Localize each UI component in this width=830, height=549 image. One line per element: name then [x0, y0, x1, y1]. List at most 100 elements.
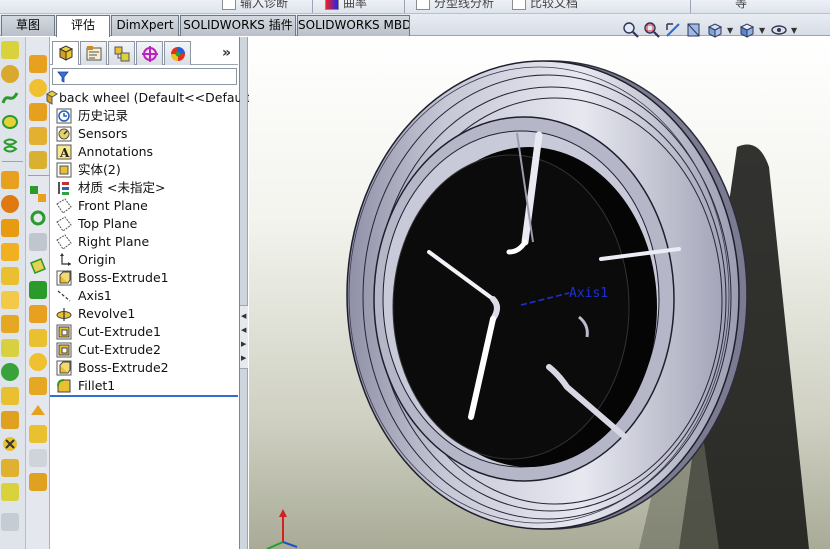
wrap-command-icon[interactable] — [1, 435, 19, 453]
mirror-command-icon[interactable] — [1, 483, 19, 501]
dome-command-icon[interactable] — [29, 353, 47, 371]
tree-item-sensors[interactable]: Sensors — [50, 125, 238, 143]
display-style-icon[interactable] — [738, 21, 756, 39]
move-face-icon[interactable] — [29, 377, 47, 395]
lofted-boss-icon[interactable] — [29, 127, 47, 145]
tree-item-material[interactable]: 材质 <未指定> — [50, 179, 238, 197]
input-diagnostics-button[interactable]: 输入诊断 — [222, 0, 288, 11]
intersect-command-icon[interactable] — [1, 459, 19, 477]
tree-item-fillet1[interactable]: Fillet1 — [50, 377, 238, 395]
configurationmanager-tab[interactable] — [108, 41, 135, 65]
part-name-label: back wheel (Default<<Default — [59, 90, 251, 105]
more-ribbon-button[interactable]: 等 — [735, 0, 747, 11]
cut-loft-command-icon[interactable] — [1, 267, 19, 285]
cut-command-icon[interactable] — [1, 171, 19, 189]
tab-sketch[interactable]: 草图 — [1, 15, 55, 36]
scale-command-icon[interactable] — [29, 473, 47, 491]
instant3d-icon[interactable] — [29, 305, 47, 323]
solid-bodies-icon — [56, 162, 72, 178]
sweep-command-icon[interactable] — [1, 89, 19, 107]
tree-item-axis1[interactable]: Axis1 — [50, 287, 238, 305]
tab-dimxpert[interactable]: DimXpert — [111, 15, 179, 36]
tree-item-label: Annotations — [78, 144, 154, 159]
graphics-area[interactable]: Axis1 — [249, 37, 830, 549]
delete-body-icon[interactable] — [29, 401, 47, 419]
tree-item-label: Right Plane — [78, 234, 150, 249]
sensors-icon — [56, 126, 72, 142]
loft-command-icon[interactable] — [1, 113, 19, 131]
rib-command-icon[interactable] — [1, 411, 19, 429]
collapse-panel-handle[interactable]: ◀ ◀ ▶ ▶ — [240, 305, 248, 369]
command-separator — [28, 175, 49, 176]
hide-show-items-icon[interactable] — [770, 21, 788, 39]
axis1-label[interactable]: Axis1 — [569, 286, 608, 301]
hole-command-icon[interactable] — [1, 195, 19, 213]
shell-command-icon[interactable] — [1, 387, 19, 405]
more-tabs-button[interactable]: » — [222, 45, 231, 61]
fillet-command-icon[interactable] — [1, 315, 19, 333]
tree-item-right-plane[interactable]: Right Plane — [50, 233, 238, 251]
rollback-bar[interactable] — [50, 395, 238, 397]
wheel-model-view[interactable]: Axis1 — [249, 37, 830, 549]
combine-command-icon[interactable] — [29, 425, 47, 443]
tab-evaluate[interactable]: 评估 — [56, 15, 110, 37]
display-style-dropdown-icon[interactable]: ▼ — [759, 26, 767, 35]
panel-splitter[interactable]: ◀ ◀ ▶ ▶ — [240, 37, 248, 549]
extrude-icon — [56, 360, 72, 376]
cut-sweep-command-icon[interactable] — [1, 243, 19, 261]
tree-item-cut-extrude2[interactable]: Cut-Extrude2 — [50, 341, 238, 359]
extrude-command-icon[interactable] — [1, 41, 19, 59]
hide-show-dropdown-icon[interactable]: ▼ — [791, 26, 799, 35]
displaymanager-tab[interactable] — [164, 41, 191, 65]
tree-item-history[interactable]: 历史记录 — [50, 107, 238, 125]
boundary-boss-icon[interactable] — [29, 151, 47, 169]
tree-item-origin[interactable]: Origin — [50, 251, 238, 269]
boss-base-icon[interactable] — [29, 55, 47, 73]
plane-command-icon[interactable] — [29, 257, 47, 275]
tree-item-front-plane[interactable]: Front Plane — [50, 197, 238, 215]
linear-pattern-icon[interactable] — [29, 185, 47, 203]
tab-solidworks-mbd[interactable]: SOLIDWORKS MBD — [297, 15, 410, 36]
axis-icon — [56, 288, 72, 304]
compare-documents-icon — [512, 0, 526, 10]
split-command-icon[interactable] — [29, 329, 47, 347]
dimxpertmanager-tab[interactable] — [136, 41, 163, 65]
thicken-cut-command-icon[interactable] — [1, 291, 19, 309]
tree-root-part[interactable]: back wheel (Default<<Default — [46, 89, 251, 107]
draft-command-icon[interactable] — [1, 363, 19, 381]
indent-command-icon[interactable] — [29, 449, 47, 467]
compare-documents-button[interactable]: 比较文档 — [512, 0, 578, 11]
zoom-to-fit-icon[interactable] — [622, 21, 640, 39]
tree-item-revolve1[interactable]: Revolve1 — [50, 305, 238, 323]
tree-item-solid-bodies[interactable]: 实体(2) — [50, 161, 238, 179]
featuremanager-tab[interactable] — [52, 41, 79, 65]
extrude-icon — [56, 270, 72, 286]
ribbon-label: 输入诊断 — [240, 0, 289, 10]
tree-item-top-plane[interactable]: Top Plane — [50, 215, 238, 233]
view-orientation-dropdown-icon[interactable]: ▼ — [727, 26, 735, 35]
zoom-to-area-icon[interactable] — [643, 21, 661, 39]
ribbon-separator — [404, 0, 405, 13]
curvature-button[interactable]: 曲率 — [325, 0, 367, 11]
tree-item-cut-extrude1[interactable]: Cut-Extrude1 — [50, 323, 238, 341]
cut-revolve-command-icon[interactable] — [1, 219, 19, 237]
propertymanager-tab[interactable] — [80, 41, 107, 65]
filter-icon — [57, 71, 69, 83]
feature-tree-filter[interactable] — [52, 68, 237, 85]
curves-command-icon[interactable] — [29, 281, 47, 299]
mirror-pattern-icon[interactable] — [29, 233, 47, 251]
tree-item-annotations[interactable]: A Annotations — [50, 143, 238, 161]
section-view-icon[interactable] — [685, 21, 703, 39]
tree-item-boss-extrude2[interactable]: Boss-Extrude2 — [50, 359, 238, 377]
chamfer-command-icon[interactable] — [1, 339, 19, 357]
helix-command-icon[interactable] — [1, 137, 19, 155]
reference-geometry-icon[interactable] — [1, 513, 19, 531]
view-orientation-icon[interactable] — [706, 21, 724, 39]
parting-line-analysis-button[interactable]: 分型线分析 — [416, 0, 494, 11]
tree-item-boss-extrude1[interactable]: Boss-Extrude1 — [50, 269, 238, 287]
tab-solidworks-addins[interactable]: SOLIDWORKS 插件 — [180, 15, 296, 36]
previous-view-icon[interactable] — [664, 21, 682, 39]
circular-pattern-icon[interactable] — [29, 209, 47, 227]
parting-line-icon — [416, 0, 430, 10]
revolve-command-icon[interactable] — [1, 65, 19, 83]
